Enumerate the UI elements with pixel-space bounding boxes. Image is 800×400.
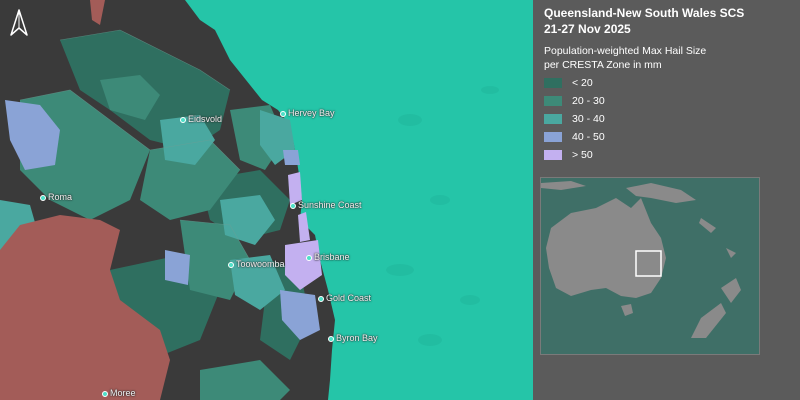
city-marker-icon (102, 390, 108, 397)
city-marker-icon (280, 110, 286, 117)
city-label: Gold Coast (318, 293, 371, 303)
legend-swatch (544, 96, 562, 106)
city-marker-icon (40, 194, 46, 201)
legend-item: 20 - 30 (544, 92, 605, 110)
locator-inset-map (540, 177, 760, 355)
legend-item: 40 - 50 (544, 128, 605, 146)
legend-title: Population-weighted Max Hail Size per CR… (544, 44, 706, 72)
title-line-1: Queensland-New South Wales SCS (544, 6, 745, 20)
city-marker-icon (180, 116, 186, 123)
map-canvas (0, 0, 533, 400)
city-marker-icon (290, 202, 296, 209)
legend: < 20 20 - 30 30 - 40 40 - 50 > 50 (544, 74, 605, 164)
zone-40-50 (165, 250, 190, 285)
legend-swatch (544, 114, 562, 124)
title-line-2: 21-27 Nov 2025 (544, 22, 631, 36)
zone-40-50 (283, 150, 300, 165)
city-marker-icon (306, 254, 312, 261)
legend-title-line-2: per CRESTA Zone in mm (544, 59, 662, 71)
city-label: Byron Bay (328, 333, 378, 343)
city-label: Moree (102, 388, 136, 398)
city-label: Toowoomba (228, 259, 285, 269)
city-label: Sunshine Coast (290, 200, 362, 210)
legend-item: < 20 (544, 74, 605, 92)
hail-map[interactable]: Eidsvold Hervey Bay Roma Sunshine Coast … (0, 0, 533, 400)
city-marker-icon (328, 335, 334, 342)
legend-panel: Queensland-New South Wales SCS 21-27 Nov… (533, 0, 800, 400)
legend-swatch (544, 132, 562, 142)
city-label: Hervey Bay (280, 108, 335, 118)
legend-title-line-1: Population-weighted Max Hail Size (544, 45, 707, 57)
legend-swatch (544, 150, 562, 160)
city-label: Roma (40, 192, 72, 202)
north-arrow-icon (10, 9, 28, 36)
map-title: Queensland-New South Wales SCS 21-27 Nov… (544, 5, 744, 37)
legend-item: > 50 (544, 146, 605, 164)
city-label: Brisbane (306, 252, 350, 262)
city-marker-icon (228, 261, 234, 268)
australia-locator-map (541, 178, 759, 354)
legend-item: 30 - 40 (544, 110, 605, 128)
legend-swatch (544, 78, 562, 88)
city-label: Eidsvold (180, 114, 222, 124)
city-marker-icon (318, 295, 324, 302)
